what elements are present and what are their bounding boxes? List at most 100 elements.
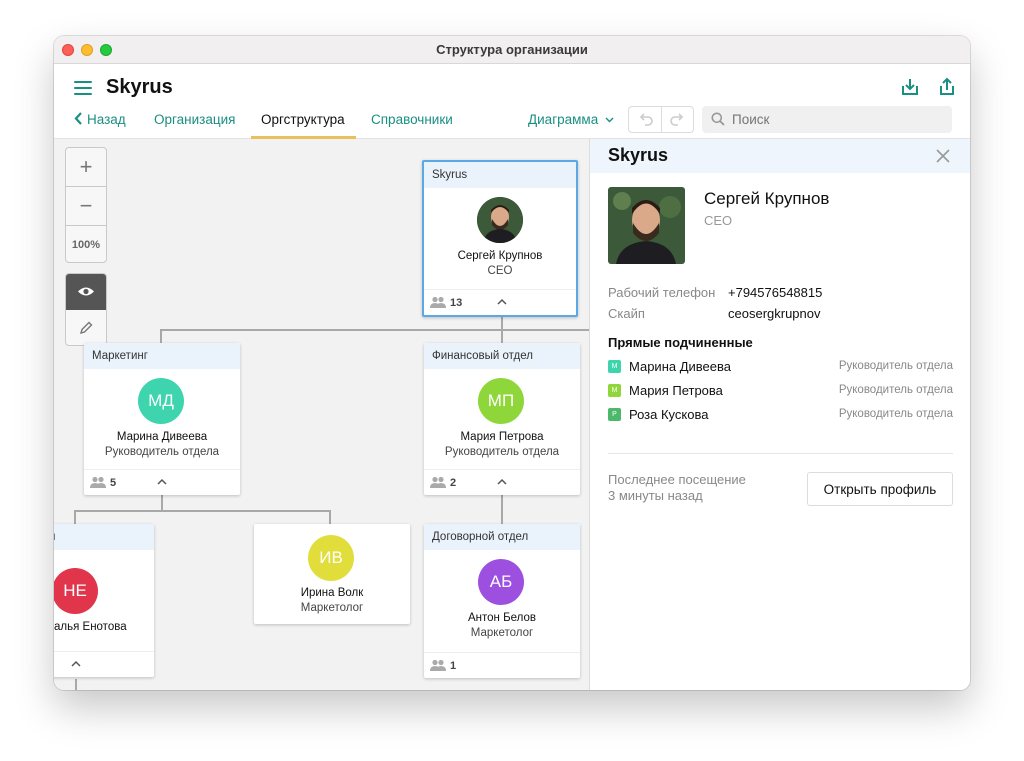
back-label: Назад xyxy=(87,112,126,127)
subordinate-badge: М xyxy=(608,360,621,373)
card-footer: 13 xyxy=(424,289,576,315)
connector-line xyxy=(74,510,76,524)
card-person-role: CEO xyxy=(487,265,513,277)
connector-line xyxy=(75,679,77,690)
phone-label: Рабочий телефон xyxy=(608,285,716,300)
search-icon xyxy=(711,112,725,126)
skype-label: Скайп xyxy=(608,306,645,321)
edit-mode-button[interactable] xyxy=(66,311,106,345)
avatar: АБ xyxy=(478,559,524,605)
last-visit-label: Последнее посещение xyxy=(608,472,746,487)
zoom-in-button[interactable]: + xyxy=(66,148,106,186)
card-person-name: Ирина Волк xyxy=(300,587,364,599)
undo-icon[interactable] xyxy=(637,113,653,127)
subordinate-name: Марина Дивеева xyxy=(629,359,731,374)
subordinate-name: Роза Кускова xyxy=(629,407,709,422)
org-card-volk[interactable]: ИВ Ирина Волк Маркетолог xyxy=(254,524,410,624)
eye-icon xyxy=(78,287,94,296)
profile-name: Сергей Крупнов xyxy=(704,189,830,208)
avatar xyxy=(477,197,523,243)
org-card-finance[interactable]: Финансовый отдел МП Мария Петрова Руково… xyxy=(424,343,580,495)
people-icon xyxy=(430,296,446,308)
view-mode-button[interactable] xyxy=(66,274,106,310)
download-icon[interactable] xyxy=(900,77,920,97)
org-card-ceo[interactable]: Skyrus Сергей Крупнов CEO 13 xyxy=(422,160,578,317)
collapse-chevron-icon[interactable] xyxy=(156,476,168,488)
subordinate-role: Руководитель отдела xyxy=(838,360,953,372)
connector-line xyxy=(329,510,331,524)
profile-photo xyxy=(608,187,685,264)
tab-organization[interactable]: Организация xyxy=(154,112,235,127)
subordinate-item[interactable]: М Марина Дивеева Руководитель отдела xyxy=(608,357,953,377)
card-person-role: Руководитель отдела xyxy=(104,446,220,458)
zoom-controls: + − 100% xyxy=(65,147,107,263)
connector-line xyxy=(160,329,162,343)
card-department: Маркетинг xyxy=(84,343,240,369)
card-department: Договорной отдел xyxy=(424,524,580,550)
card-department: и xyxy=(54,524,154,550)
redo-icon[interactable] xyxy=(670,113,686,127)
connector-line xyxy=(161,495,163,511)
people-icon xyxy=(430,659,446,671)
tab-directories[interactable]: Справочники xyxy=(371,112,453,127)
skype-value[interactable]: ceosergkrupnov xyxy=(728,306,821,321)
avatar: ИВ xyxy=(308,535,354,581)
subordinate-count: 13 xyxy=(450,297,463,309)
collapse-chevron-icon[interactable] xyxy=(496,296,508,308)
subordinate-role: Руководитель отдела xyxy=(838,384,953,396)
chevron-left-icon xyxy=(74,112,82,125)
collapse-chevron-icon[interactable] xyxy=(70,658,82,670)
zoom-level-button[interactable]: 100% xyxy=(66,226,106,264)
open-profile-button[interactable]: Открыть профиль xyxy=(807,472,953,506)
subordinate-item[interactable]: М Мария Петрова Руководитель отдела xyxy=(608,381,953,401)
view-dropdown[interactable]: Диаграмма xyxy=(528,112,614,127)
menu-icon[interactable] xyxy=(74,81,92,95)
phone-value[interactable]: +794576548815 xyxy=(728,285,822,300)
last-visit-value: 3 минуты назад xyxy=(608,488,703,503)
org-card-enotova[interactable]: и НЕ алья Енотова xyxy=(54,524,154,677)
person-photo-icon xyxy=(477,197,523,243)
app-name: Skyrus xyxy=(106,76,173,98)
search-input[interactable] xyxy=(702,106,952,133)
panel-header: Skyrus xyxy=(590,139,970,173)
org-chart-canvas[interactable]: + − 100% Skyrus Сергей Крупнов CEO 13 Ма… xyxy=(54,139,589,690)
subordinate-count: 1 xyxy=(450,660,457,672)
card-footer xyxy=(54,651,154,677)
app-header: Skyrus Назад Организация Оргструктура Сп… xyxy=(54,64,970,139)
back-link[interactable]: Назад xyxy=(74,112,126,127)
mode-controls xyxy=(65,273,107,346)
avatar: МП xyxy=(478,378,524,424)
collapse-chevron-icon[interactable] xyxy=(496,476,508,488)
card-person-name: Сергей Крупнов xyxy=(457,250,543,262)
share-icon[interactable] xyxy=(937,77,957,97)
close-icon[interactable] xyxy=(936,149,950,163)
card-person-name: Мария Петрова xyxy=(460,431,544,443)
card-person-name: Антон Белов xyxy=(467,612,536,624)
avatar: НЕ xyxy=(54,568,98,614)
avatar: МД xyxy=(138,378,184,424)
card-person-role: Маркетолог xyxy=(300,602,364,614)
person-photo-icon xyxy=(608,187,685,264)
card-person-role: Руководитель отдела xyxy=(444,446,560,458)
subordinate-badge: М xyxy=(608,384,621,397)
tab-orgstructure[interactable]: Оргструктура xyxy=(261,112,345,127)
subordinate-item[interactable]: Р Роза Кускова Руководитель отдела xyxy=(608,405,953,425)
subordinate-count: 5 xyxy=(110,477,117,489)
connector-line xyxy=(74,510,331,512)
subordinate-badge: Р xyxy=(608,408,621,421)
subordinates-title: Прямые подчиненные xyxy=(608,335,753,350)
chevron-down-icon xyxy=(605,117,614,123)
org-card-marketing[interactable]: Маркетинг МД Марина Дивеева Руководитель… xyxy=(84,343,240,495)
panel-title: Skyrus xyxy=(608,145,669,165)
connector-line xyxy=(501,329,503,343)
subordinate-count: 2 xyxy=(450,477,457,489)
zoom-out-button[interactable]: − xyxy=(66,187,106,225)
card-department: Финансовый отдел xyxy=(424,343,580,369)
people-icon xyxy=(430,476,446,488)
card-footer: 2 xyxy=(424,469,580,495)
org-card-contracts[interactable]: Договорной отдел АБ Антон Белов Маркетол… xyxy=(424,524,580,678)
card-person-role: Маркетолог xyxy=(470,627,534,639)
details-panel: Skyrus Сергей Крупнов CEO Рабочий телефо… xyxy=(589,139,970,690)
card-footer: 1 xyxy=(424,652,580,678)
card-department: Skyrus xyxy=(424,162,576,188)
